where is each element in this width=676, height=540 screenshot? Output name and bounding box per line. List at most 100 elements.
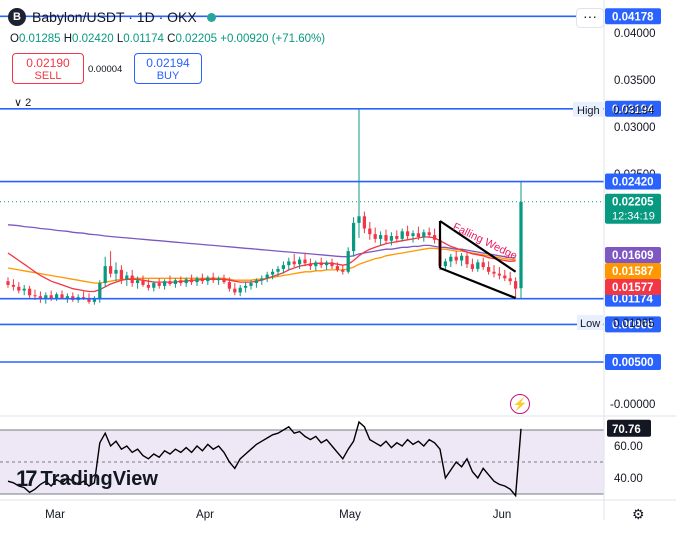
symbol-title[interactable]: Babylon/USDT · 1D · OKX <box>32 9 197 25</box>
candle-body <box>44 295 48 299</box>
candle-body <box>152 283 156 288</box>
candle-body <box>476 262 480 269</box>
indicators-collapse-toggle[interactable]: ∨ 2 <box>14 96 31 109</box>
candle-body <box>227 282 232 289</box>
candle-body <box>449 256 453 262</box>
candle-body <box>422 232 426 237</box>
chevron-down-icon: ∨ <box>14 97 23 109</box>
ohlc-high-label: H <box>63 33 73 45</box>
rsi-last-value: 70.76 <box>612 424 641 436</box>
candle-body <box>287 261 291 266</box>
ma-value-badge-text: 0.01609 <box>612 250 654 262</box>
candle-body <box>141 280 145 285</box>
candle-body <box>303 259 307 264</box>
candle-body <box>60 294 64 299</box>
candle-body <box>11 284 16 287</box>
ma-value-badge: 0.01587 <box>605 263 661 279</box>
candle-body <box>443 261 448 267</box>
level-badge-text: 0.00500 <box>612 357 654 369</box>
candle-body <box>314 262 318 267</box>
candle-body <box>486 267 491 272</box>
candle-body <box>470 264 475 269</box>
candle-body <box>179 280 183 284</box>
candle-body <box>459 255 464 261</box>
more-options-button[interactable]: ··· <box>576 8 604 28</box>
level-badge: 0.02420 <box>605 173 661 190</box>
candle-body <box>513 281 518 289</box>
candle-body <box>114 269 118 274</box>
candle-body <box>184 279 188 284</box>
candle-body <box>22 288 26 291</box>
babylon-logo: B <box>8 8 26 26</box>
candle-body <box>427 232 431 236</box>
lightning-icon[interactable]: ⚡ <box>510 394 530 414</box>
candle-body <box>249 283 253 286</box>
countdown-value: 12:34:19 <box>612 211 655 223</box>
candle-body <box>173 280 178 284</box>
candle-body <box>454 256 458 261</box>
candle-body <box>265 274 269 279</box>
level-badge-text: 0.04178 <box>612 11 654 23</box>
level-badge: 0.04178 <box>605 8 661 25</box>
candle-body <box>416 233 421 237</box>
tradingview-logo[interactable]: 17 TradingView <box>16 466 158 492</box>
candle-body <box>389 236 394 241</box>
candle-body <box>222 278 226 283</box>
candle-body <box>297 259 302 265</box>
ohlc-low: 0.01174 <box>123 33 164 45</box>
candle-body <box>130 275 134 284</box>
ma-value-badge: 0.01577 <box>605 279 661 295</box>
candle-body <box>238 287 242 293</box>
sell-button[interactable]: 0.02190 SELL <box>12 53 84 84</box>
candle-body <box>6 281 10 285</box>
candle-body <box>216 278 221 281</box>
candle-body <box>157 283 161 286</box>
tradingview-name: TradingView <box>40 467 158 490</box>
level-badge-text: 0.01174 <box>612 294 654 306</box>
ma-value-badge-text: 0.01587 <box>612 266 654 278</box>
candle-body <box>206 277 210 282</box>
candle-body <box>65 296 70 299</box>
candle-body <box>503 275 507 279</box>
candle-body <box>125 275 129 280</box>
high-tag-label: High <box>577 105 600 117</box>
candle-body <box>357 216 361 223</box>
candle-body <box>17 286 21 291</box>
candle-body <box>400 231 404 239</box>
candle-body <box>27 288 32 296</box>
candle-body <box>103 266 107 284</box>
candle-body <box>432 235 437 240</box>
buy-label: BUY <box>156 70 180 82</box>
candle-body <box>330 262 334 267</box>
ma-value-badge-text: 0.01577 <box>612 282 654 294</box>
candle-body <box>135 280 140 284</box>
candle-body <box>395 236 399 239</box>
candle-body <box>384 235 388 241</box>
spread-value: 0.00004 <box>88 64 123 75</box>
time-tick-label: Jun <box>493 509 512 521</box>
time-tick-label: May <box>339 509 361 521</box>
candle-body <box>281 265 286 269</box>
candle-body <box>362 216 367 229</box>
price-tick-label: 0.03000 <box>614 122 656 134</box>
candle-body <box>508 278 512 282</box>
candle-body <box>108 266 113 274</box>
symbol-header[interactable]: B Babylon/USDT · 1D · OKX <box>8 8 216 26</box>
buy-price: 0.02194 <box>146 56 190 70</box>
candle-body <box>98 283 102 300</box>
rsi-tick-label: 60.00 <box>614 441 643 453</box>
gear-icon[interactable]: ⚙ <box>632 506 645 523</box>
buy-button[interactable]: 0.02194 BUY <box>134 53 202 84</box>
price-chart[interactable]: Falling Wedge 60.0040.0070.76 0.040000.0… <box>0 0 676 540</box>
candle-body <box>119 269 124 280</box>
candle-body <box>373 234 377 239</box>
candle-body <box>38 296 43 299</box>
level-badge-text: 0.02420 <box>612 177 654 189</box>
ohlc-change: +0.00920 (+71.60%) <box>220 33 326 45</box>
candle-body <box>211 277 215 281</box>
high-value: 0.03194 <box>613 105 655 117</box>
level-badge: 0.00500 <box>605 354 661 370</box>
sell-price: 0.02190 <box>26 56 70 70</box>
candle-body <box>368 228 372 235</box>
candle-body <box>324 262 329 266</box>
